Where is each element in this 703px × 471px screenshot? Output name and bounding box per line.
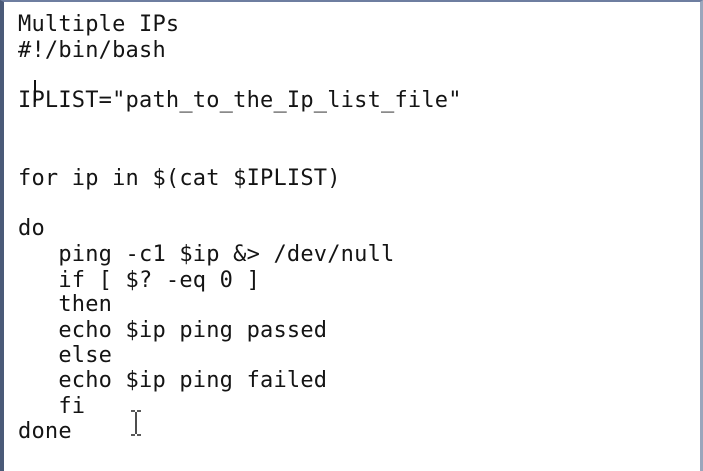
code-editor-area[interactable]: Multiple IPs #!/bin/bash IPLIST="path_to… <box>18 12 698 467</box>
code-line-done: done <box>18 419 72 444</box>
code-line-echo-failed: echo $ip ping failed <box>18 368 328 393</box>
i-beam-cursor-icon <box>131 410 141 436</box>
code-line-for: for ip in $(cat $IPLIST) <box>18 166 341 191</box>
code-line-if: if [ $? -eq 0 ] <box>18 268 261 293</box>
text-editor-window: Multiple IPs #!/bin/bash IPLIST="path_to… <box>0 0 703 471</box>
code-line-do: do <box>18 216 45 241</box>
code-line-shebang: #!/bin/bash <box>18 38 166 63</box>
code-line-fi: fi <box>18 394 86 419</box>
code-line-ping: ping -c1 $ip &> /dev/null <box>18 242 395 267</box>
code-line-else: else <box>18 343 113 368</box>
code-line-then: then <box>18 292 113 317</box>
code-line-title: Multiple IPs <box>18 12 180 37</box>
code-line-echo-passed: echo $ip ping passed <box>18 318 328 343</box>
text-caret <box>34 80 36 102</box>
code-line-iplist: IPLIST="path_to_the_Ip_list_file" <box>18 88 462 113</box>
